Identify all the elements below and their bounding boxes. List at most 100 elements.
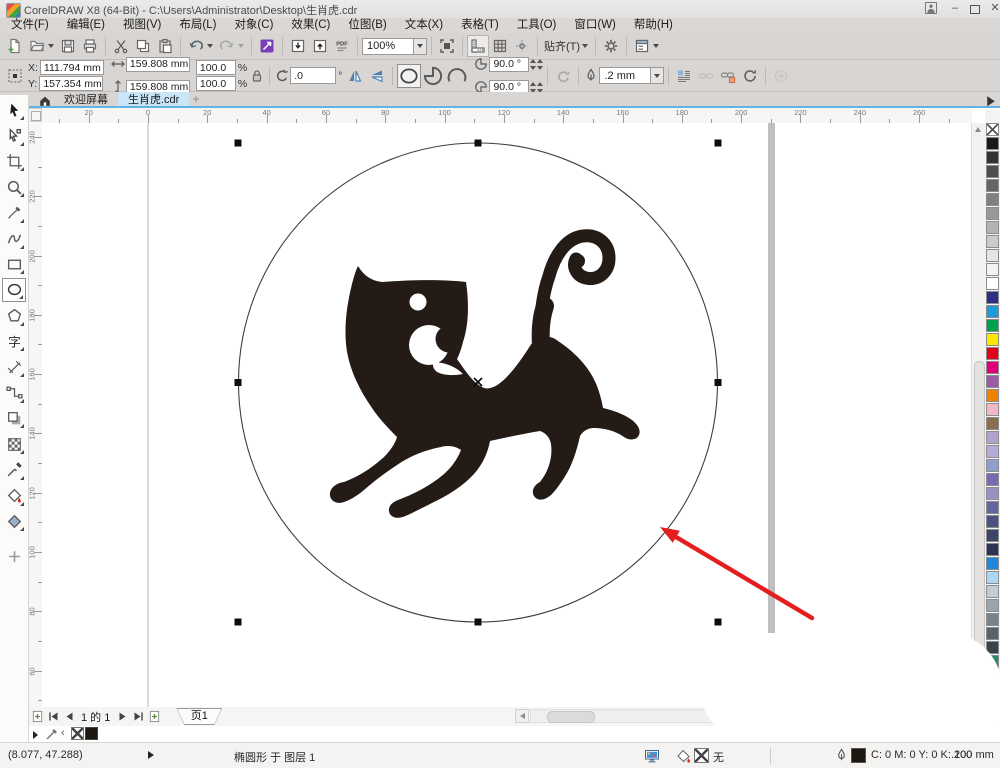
palette-swatch[interactable] — [986, 333, 999, 346]
text-tool[interactable]: 字 — [2, 329, 26, 353]
connector-tool[interactable] — [2, 381, 26, 405]
fill-status-icon[interactable] — [676, 748, 692, 764]
zoom-level-combo[interactable]: 100% — [362, 37, 414, 55]
transparency-tool[interactable] — [2, 432, 26, 456]
vertical-scrollbar[interactable] — [971, 123, 985, 707]
palette-swatch[interactable] — [986, 179, 999, 192]
palette-swatch[interactable] — [986, 151, 999, 164]
palette-swatch[interactable] — [986, 375, 999, 388]
palette-swatch[interactable] — [986, 501, 999, 514]
y-position-field[interactable]: 157.354 mm — [39, 76, 104, 91]
rectangle-tool[interactable] — [2, 252, 26, 276]
dimension-tool[interactable] — [2, 355, 26, 379]
palette-swatch[interactable] — [986, 459, 999, 472]
interactive-fill-tool[interactable] — [2, 509, 26, 533]
menu-item[interactable]: 编辑(E) — [58, 18, 114, 33]
rotation-angle-field[interactable]: .0 — [290, 67, 337, 84]
menu-item[interactable]: 位图(B) — [339, 18, 395, 33]
scale-h-field[interactable]: 100.0 — [195, 60, 236, 75]
palette-swatch[interactable] — [986, 445, 999, 458]
menu-item[interactable]: 对象(C) — [225, 18, 282, 33]
palette-swatch[interactable] — [986, 403, 999, 416]
palette-swatch[interactable] — [986, 515, 999, 528]
mirror-vertical-button[interactable] — [366, 65, 388, 87]
application-launcher-button[interactable] — [631, 35, 653, 57]
x-position-field[interactable]: 111.794 mm — [39, 60, 104, 75]
palette-swatch[interactable] — [986, 319, 999, 332]
handle-bottom-middle[interactable] — [474, 618, 482, 626]
horizontal-ruler[interactable]: 20 0 20 40 60 80 100 120 140 160 180 200 220 240 260 — [42, 108, 972, 124]
shape-tool[interactable] — [2, 124, 26, 148]
menu-item[interactable]: 文件(F) — [2, 18, 58, 33]
freehand-tool[interactable] — [2, 201, 26, 225]
status-flyout-icon[interactable] — [148, 751, 154, 759]
snap-to-label[interactable]: 贴齐(T) — [544, 38, 580, 54]
search-content-button[interactable] — [256, 35, 278, 57]
palette-swatch[interactable] — [986, 291, 999, 304]
menu-item[interactable]: 帮助(H) — [625, 18, 682, 33]
arc-mode-button[interactable] — [445, 64, 469, 88]
options-gear-button[interactable] — [600, 35, 622, 57]
scale-v-field[interactable]: 100.0 — [195, 76, 236, 91]
palette-swatch[interactable] — [986, 557, 999, 570]
palette-swatch[interactable] — [986, 249, 999, 262]
redo-button[interactable] — [216, 35, 238, 57]
handle-top-right[interactable] — [714, 139, 722, 147]
add-page-start-button[interactable] — [29, 709, 45, 724]
menu-item[interactable]: 布局(L) — [170, 18, 225, 33]
tab-scroll-icon[interactable] — [986, 94, 996, 106]
pie-mode-button[interactable] — [421, 64, 445, 88]
start-angle-spinner2[interactable] — [537, 57, 544, 71]
polygon-tool[interactable] — [2, 304, 26, 328]
menu-item[interactable]: 文本(X) — [396, 18, 452, 33]
palette-swatch[interactable] — [986, 347, 999, 360]
open-dropdown-icon[interactable] — [48, 44, 54, 48]
menu-item[interactable]: 表格(T) — [452, 18, 508, 33]
zoom-level-dropdown[interactable] — [414, 37, 427, 55]
menu-item[interactable]: 窗口(W) — [565, 18, 625, 33]
save-button[interactable] — [57, 35, 79, 57]
last-page-button[interactable] — [130, 709, 146, 724]
export-button[interactable] — [309, 35, 331, 57]
menu-item[interactable]: 效果(C) — [282, 18, 339, 33]
menu-item[interactable]: 工具(O) — [508, 18, 566, 33]
minimize-button[interactable]: – — [944, 2, 966, 16]
previous-page-button[interactable] — [61, 709, 77, 724]
palette-swatch[interactable] — [986, 529, 999, 542]
drop-shadow-tool[interactable] — [2, 406, 26, 430]
palette-swatch[interactable] — [986, 277, 999, 290]
palette-swatch-none[interactable] — [986, 123, 999, 136]
drawing-canvas[interactable] — [42, 123, 972, 707]
handle-top-middle[interactable] — [474, 139, 482, 147]
ellipse-mode-button[interactable] — [397, 63, 422, 88]
vertical-scrollbar-thumb[interactable] — [974, 361, 985, 651]
maximize-button[interactable] — [964, 2, 986, 16]
palette-swatch[interactable] — [986, 235, 999, 248]
outline-width-combo[interactable]: .2 mm — [599, 67, 652, 84]
account-icon[interactable] — [920, 2, 942, 16]
undo-dropdown-icon[interactable] — [207, 44, 213, 48]
palette-swatch[interactable] — [986, 571, 999, 584]
handle-top-left[interactable] — [234, 139, 242, 147]
unlink-button[interactable] — [717, 65, 739, 87]
lock-ratio-icon[interactable] — [249, 65, 265, 87]
add-page-end-button[interactable] — [146, 709, 162, 724]
handle-bottom-right[interactable] — [714, 618, 722, 626]
palette-swatch[interactable] — [986, 137, 999, 150]
pick-tool[interactable] — [2, 98, 26, 122]
import-button[interactable] — [287, 35, 309, 57]
palette-swatch[interactable] — [986, 305, 999, 318]
horizontal-scrollbar-thumb[interactable] — [547, 711, 595, 723]
handle-bottom-left[interactable] — [234, 618, 242, 626]
convert-button[interactable] — [739, 65, 761, 87]
mirror-horizontal-button[interactable] — [344, 65, 366, 87]
palette-swatch[interactable] — [986, 473, 999, 486]
print-button[interactable] — [79, 35, 101, 57]
palette-swatch[interactable] — [986, 487, 999, 500]
palette-swatch[interactable] — [986, 543, 999, 556]
mini-back-icon[interactable]: ‹ — [61, 727, 65, 739]
palette-swatch[interactable] — [986, 431, 999, 444]
start-angle-spinner[interactable] — [530, 57, 537, 71]
palette-swatch[interactable] — [986, 361, 999, 374]
proof-colors-icon[interactable] — [644, 748, 660, 764]
